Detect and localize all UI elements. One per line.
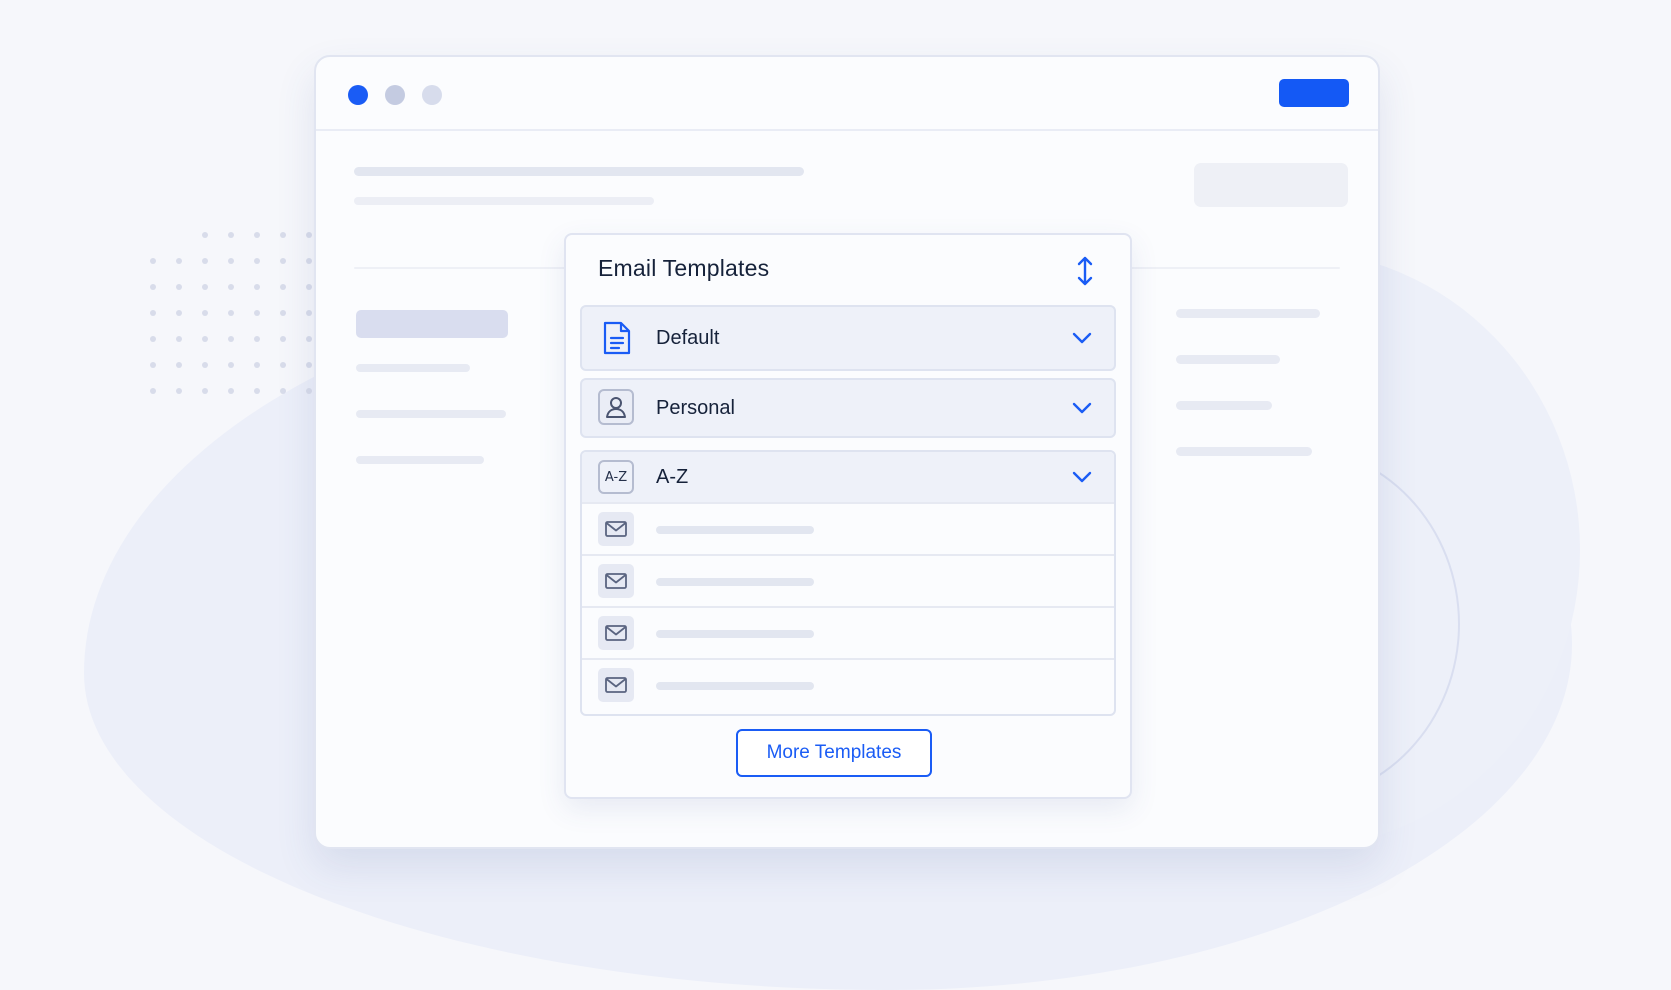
decorative-dot	[150, 284, 156, 290]
template-list-item[interactable]	[582, 658, 1114, 712]
close-window-button[interactable]	[348, 85, 368, 105]
category-label: Personal	[656, 397, 735, 419]
decorative-dot	[202, 258, 208, 264]
decorative-dot	[228, 284, 234, 290]
a-z-header[interactable]: A-Z A-Z	[582, 452, 1114, 502]
decorative-dot	[202, 336, 208, 342]
decorative-dot	[254, 362, 260, 368]
decorative-dot	[202, 388, 208, 394]
decorative-dot	[176, 362, 182, 368]
right-panel-skeleton-line	[1176, 447, 1312, 456]
mail-icon	[598, 512, 634, 546]
decorative-dot	[176, 336, 182, 342]
decorative-dot	[228, 232, 234, 238]
decorative-dot	[202, 362, 208, 368]
decorative-dot	[228, 258, 234, 264]
category-label: Default	[656, 327, 720, 349]
category-label: A-Z	[656, 466, 689, 488]
decorative-dot	[254, 388, 260, 394]
sidebar-skeleton-item[interactable]	[356, 410, 506, 418]
decorative-dot	[150, 258, 156, 264]
mail-icon	[598, 616, 634, 650]
person-icon	[598, 389, 634, 425]
decorative-dot	[306, 232, 312, 238]
decorative-dot	[306, 336, 312, 342]
sidebar-skeleton-item[interactable]	[356, 364, 470, 372]
right-panel-skeleton-line	[1176, 401, 1272, 410]
decorative-dot	[202, 310, 208, 316]
template-name-skeleton	[656, 630, 814, 638]
decorative-dot	[306, 284, 312, 290]
decorative-dot	[228, 310, 234, 316]
decorative-dot-grid	[150, 232, 320, 412]
decorative-dot	[280, 362, 286, 368]
a-z-icon: A-Z	[598, 460, 634, 494]
header-skeleton-line	[354, 197, 654, 205]
decorative-dot	[228, 362, 234, 368]
decorative-dot	[280, 284, 286, 290]
decorative-dot	[306, 310, 312, 316]
decorative-dot	[254, 310, 260, 316]
sidebar-skeleton-selected[interactable]	[356, 310, 508, 338]
decorative-dot	[150, 388, 156, 394]
primary-action-button[interactable]	[1279, 79, 1349, 107]
header-action-skeleton	[1194, 163, 1348, 207]
template-name-skeleton	[656, 578, 814, 586]
decorative-dot	[280, 388, 286, 394]
decorative-dot	[150, 362, 156, 368]
decorative-dot	[150, 336, 156, 342]
app-window: Email Templates Default Personal A-Z A-Z…	[314, 55, 1380, 849]
sidebar-skeleton-item[interactable]	[356, 456, 484, 464]
template-name-skeleton	[656, 682, 814, 690]
template-category-default[interactable]: Default	[580, 305, 1116, 371]
decorative-dot	[202, 232, 208, 238]
window-titlebar	[316, 57, 1378, 131]
decorative-dot	[254, 284, 260, 290]
decorative-dot	[228, 388, 234, 394]
template-list-item[interactable]	[582, 502, 1114, 556]
zoom-window-button[interactable]	[422, 85, 442, 105]
right-panel-skeleton-line	[1176, 355, 1280, 364]
decorative-dot	[254, 258, 260, 264]
decorative-dot	[306, 258, 312, 264]
template-category-a-z: A-Z A-Z	[580, 450, 1116, 716]
decorative-dot	[202, 284, 208, 290]
decorative-dot	[176, 284, 182, 290]
template-list-item[interactable]	[582, 554, 1114, 608]
chevron-down-icon[interactable]	[1072, 402, 1092, 414]
header-skeleton-line	[354, 167, 804, 176]
chevron-down-icon[interactable]	[1072, 332, 1092, 344]
decorative-dot	[280, 336, 286, 342]
sort-vertical-icon[interactable]	[1074, 255, 1096, 287]
chevron-down-icon[interactable]	[1072, 471, 1092, 483]
template-name-skeleton	[656, 526, 814, 534]
panel-title: Email Templates	[598, 255, 770, 281]
decorative-dot	[280, 232, 286, 238]
mail-icon	[598, 564, 634, 598]
decorative-dot	[228, 336, 234, 342]
mail-icon	[598, 668, 634, 702]
more-templates-button[interactable]: More Templates	[736, 729, 932, 777]
decorative-dot	[306, 388, 312, 394]
minimize-window-button[interactable]	[385, 85, 405, 105]
email-templates-panel: Email Templates Default Personal A-Z A-Z…	[564, 233, 1132, 799]
decorative-dot	[280, 258, 286, 264]
document-icon	[603, 321, 631, 355]
decorative-dot	[176, 258, 182, 264]
template-list-item[interactable]	[582, 606, 1114, 660]
template-category-personal[interactable]: Personal	[580, 378, 1116, 438]
decorative-dot	[150, 310, 156, 316]
decorative-dot	[176, 388, 182, 394]
decorative-dot	[254, 232, 260, 238]
decorative-dot	[306, 362, 312, 368]
decorative-dot	[280, 310, 286, 316]
decorative-dot	[254, 336, 260, 342]
right-panel-skeleton-line	[1176, 309, 1320, 318]
decorative-dot	[176, 310, 182, 316]
